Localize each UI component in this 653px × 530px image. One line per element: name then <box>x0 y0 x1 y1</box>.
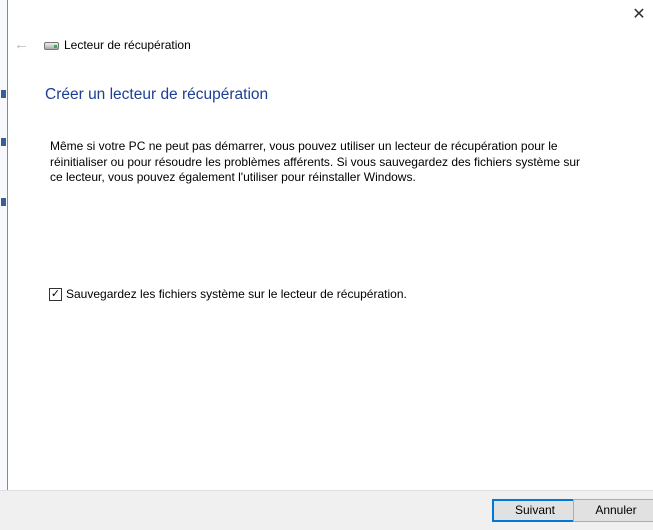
window-title: Lecteur de récupération <box>64 38 191 52</box>
background-window-edge <box>0 0 8 530</box>
checkbox-label[interactable]: Sauvegardez les fichiers système sur le … <box>66 287 407 301</box>
page-title: Créer un lecteur de récupération <box>45 86 269 103</box>
drive-icon <box>44 42 59 50</box>
shield-icon <box>1 90 6 98</box>
checkbox-box[interactable]: ✓ <box>49 287 62 301</box>
cancel-button[interactable]: Annuler <box>573 499 653 522</box>
description-text: Même si votre PC ne peut pas démarrer, v… <box>50 139 581 184</box>
back-arrow-button[interactable]: ← <box>14 36 29 53</box>
next-button[interactable]: Suivant <box>492 499 578 522</box>
close-button[interactable]: ✕ <box>628 4 650 26</box>
backup-system-files-checkbox[interactable]: ✓ Sauvegardez les fichiers système sur l… <box>49 287 407 301</box>
shield-icon <box>1 138 6 146</box>
shield-icon <box>1 198 6 206</box>
